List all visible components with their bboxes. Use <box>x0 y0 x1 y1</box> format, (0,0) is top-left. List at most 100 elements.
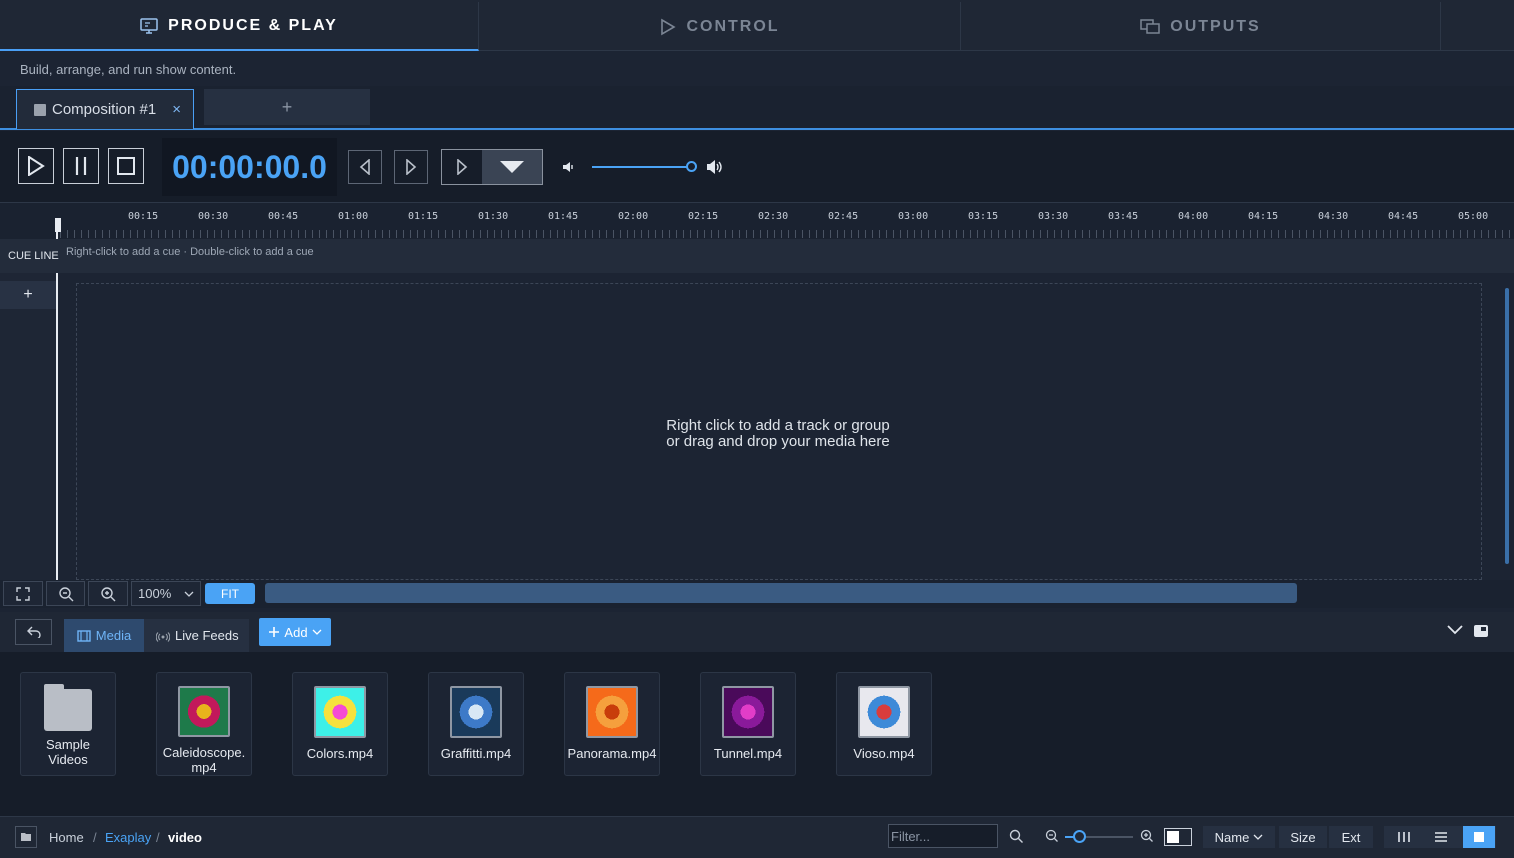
tab-composition-1[interactable]: Composition #1 × <box>16 89 194 129</box>
stop-button[interactable] <box>108 148 144 184</box>
zoom-level-select[interactable]: 100% <box>131 581 201 606</box>
zoom-in-icon[interactable] <box>1140 829 1154 843</box>
tab-media[interactable]: Media <box>64 619 144 652</box>
previous-cue-button[interactable] <box>348 150 382 184</box>
undo-arrow-icon <box>26 626 41 638</box>
ruler-tick-label: 03:00 <box>898 211 929 222</box>
media-thumbnail <box>450 686 502 738</box>
chevron-down-icon <box>184 591 194 597</box>
play-button[interactable] <box>18 148 54 184</box>
ruler-tick-label: 02:00 <box>618 211 649 222</box>
stop-icon <box>117 157 135 175</box>
fit-button[interactable]: FIT <box>205 583 255 604</box>
zoom-out-button[interactable] <box>46 581 85 606</box>
sort-by-ext-button[interactable]: Ext <box>1329 826 1373 848</box>
vertical-scrollbar-thumb[interactable] <box>1505 288 1509 564</box>
pause-button[interactable] <box>63 148 99 184</box>
search-icon[interactable] <box>1009 829 1024 844</box>
ruler-tick-label: 01:45 <box>548 211 579 222</box>
chevron-left-icon <box>359 159 370 175</box>
breadcrumb-current: video <box>168 830 202 845</box>
composition-color-swatch <box>34 103 46 116</box>
play-outline-icon <box>457 159 468 175</box>
ruler-tick-label: 00:15 <box>128 211 159 222</box>
media-item[interactable]: Colors.mp4 <box>292 672 388 776</box>
drop-zone-message: Right click to add a track or group or d… <box>600 418 956 450</box>
media-thumbnail <box>858 686 910 738</box>
back-button[interactable] <box>15 619 52 645</box>
breadcrumb-home[interactable]: Home <box>49 830 84 845</box>
next-cue-button[interactable] <box>394 150 428 184</box>
ruler-tick-label: 01:00 <box>338 211 369 222</box>
timecode-display: 00:00:00.0 <box>162 138 337 196</box>
preview-toggle-knob <box>1167 831 1179 843</box>
track-header-column <box>0 273 56 580</box>
column-view-button[interactable] <box>1390 826 1418 848</box>
breadcrumb-exaplay[interactable]: Exaplay <box>105 830 151 845</box>
list-view-button[interactable] <box>1427 826 1455 848</box>
media-thumbnail <box>586 686 638 738</box>
media-item[interactable]: Caleidoscope.mp4 <box>156 672 252 776</box>
media-folder[interactable]: Sample Videos <box>20 672 116 776</box>
play-outline-icon <box>661 18 677 35</box>
ruler-tick-label: 02:45 <box>828 211 859 222</box>
media-item[interactable]: Tunnel.mp4 <box>700 672 796 776</box>
thumbnail-size-slider-handle[interactable] <box>1073 830 1086 843</box>
preview-panel-icon[interactable] <box>1473 624 1489 638</box>
pause-icon <box>75 157 87 175</box>
monitor-icon <box>140 17 158 34</box>
drop-message-line-2: or drag and drop your media here <box>666 433 890 450</box>
add-composition-button[interactable]: + <box>204 89 370 125</box>
fullscreen-button[interactable] <box>3 581 43 606</box>
list-icon <box>1435 832 1447 842</box>
collapse-panel-icon[interactable] <box>1447 625 1463 635</box>
playhead-handle[interactable] <box>55 218 61 232</box>
volume-low-icon <box>563 162 573 172</box>
media-item-label: Tunnel.mp4 <box>713 746 783 761</box>
media-item[interactable]: Vioso.mp4 <box>836 672 932 776</box>
sort-by-size-button[interactable]: Size <box>1279 826 1327 848</box>
media-item-label: Graffitti.mp4 <box>440 746 512 761</box>
filter-input[interactable]: Filter... <box>888 824 998 848</box>
volume-slider-handle[interactable] <box>686 161 697 172</box>
play-icon <box>28 156 45 176</box>
tab-produce-play[interactable]: PRODUCE & PLAY <box>0 2 479 51</box>
tab-control-label: CONTROL <box>686 17 780 35</box>
zoom-out-icon[interactable] <box>1045 829 1059 843</box>
horizontal-scrollbar-thumb[interactable] <box>265 583 1297 603</box>
ruler-tick-label: 01:30 <box>478 211 509 222</box>
zoom-in-button[interactable] <box>88 581 128 606</box>
add-track-button[interactable]: + <box>0 281 56 309</box>
media-thumbnail <box>314 686 366 738</box>
media-item[interactable]: Panorama.mp4 <box>564 672 660 776</box>
broadcast-icon <box>156 631 170 642</box>
tab-live-feeds[interactable]: Live Feeds <box>156 619 248 652</box>
zoom-level-value: 100% <box>138 586 172 601</box>
grid-view-button[interactable] <box>1463 826 1495 848</box>
media-item-label: Colors.mp4 <box>306 746 374 761</box>
volume-high-icon <box>707 160 722 174</box>
play-mode-selector[interactable] <box>441 149 543 185</box>
media-item[interactable]: Graffitti.mp4 <box>428 672 524 776</box>
play-mode-dropdown[interactable] <box>482 150 542 184</box>
play-mode-button[interactable] <box>442 150 482 184</box>
sort-by-name-button[interactable]: Name <box>1203 826 1275 848</box>
ruler-tick-label: 01:15 <box>408 211 439 222</box>
ruler-tick-label: 00:30 <box>198 211 229 222</box>
fullscreen-icon <box>16 586 30 601</box>
tab-media-label: Media <box>95 628 132 643</box>
ruler-tick-label: 02:30 <box>758 211 789 222</box>
add-media-button[interactable]: Add <box>259 618 331 646</box>
volume-slider[interactable] <box>592 166 690 168</box>
tab-outputs[interactable]: OUTPUTS <box>961 2 1441 51</box>
folder-button[interactable] <box>15 826 37 848</box>
chevron-down-icon <box>500 161 524 173</box>
tab-control[interactable]: CONTROL <box>480 2 961 51</box>
columns-icon <box>1398 832 1410 842</box>
ruler-tick-label: 03:45 <box>1108 211 1139 222</box>
vertical-scrollbar[interactable] <box>1503 282 1511 576</box>
chevron-down-icon <box>1253 834 1263 840</box>
media-item-label: Sample Videos <box>45 737 91 767</box>
close-icon[interactable]: × <box>172 101 181 118</box>
preview-toggle[interactable] <box>1164 828 1192 846</box>
